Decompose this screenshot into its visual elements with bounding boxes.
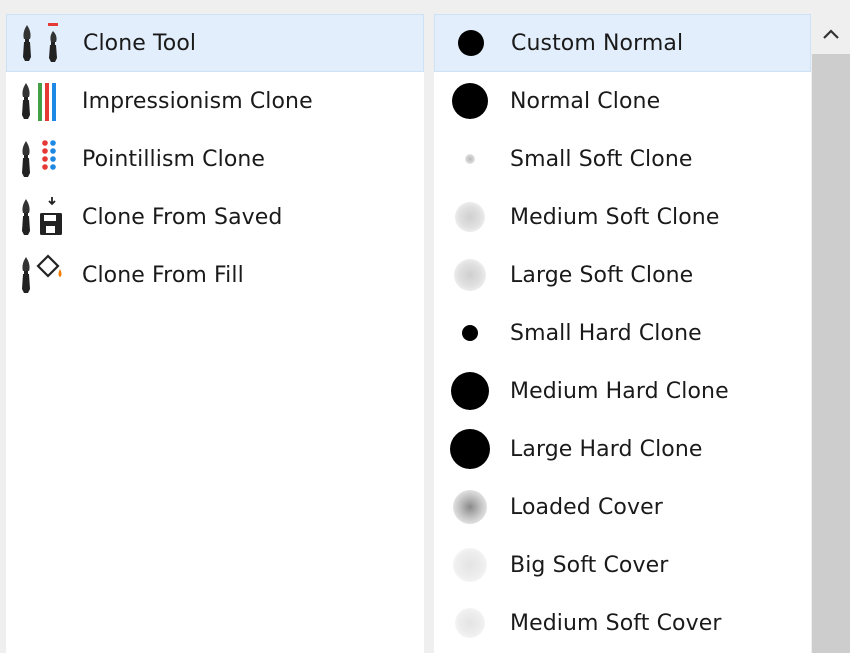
category-label: Clone Tool (83, 30, 197, 56)
chevron-up-icon (823, 29, 839, 39)
category-item-clone-from-fill[interactable]: Clone From Fill (6, 246, 424, 304)
variant-item-small-hard-clone[interactable]: Small Hard Clone (434, 304, 811, 362)
pointillism-clone-icon (16, 137, 72, 181)
category-label: Clone From Saved (82, 204, 283, 230)
brush-dab-icon (440, 72, 500, 130)
brush-variant-list: Custom Normal Normal Clone Small Soft Cl… (434, 14, 811, 653)
scroll-up-button[interactable] (812, 14, 850, 54)
brush-dab-icon (440, 594, 500, 652)
variant-item-medium-soft-cover[interactable]: Medium Soft Cover (434, 594, 811, 652)
brush-dab-icon (440, 420, 500, 478)
variant-item-big-soft-cover[interactable]: Big Soft Cover (434, 536, 811, 594)
variant-item-small-soft-clone[interactable]: Small Soft Clone (434, 130, 811, 188)
impressionism-clone-icon (16, 79, 72, 123)
variant-label: Big Soft Cover (510, 552, 669, 578)
variant-label: Medium Soft Cover (510, 610, 722, 636)
variant-label: Large Hard Clone (510, 436, 703, 462)
clone-from-fill-icon (16, 253, 72, 297)
variant-label: Large Soft Clone (510, 262, 694, 288)
variant-label: Medium Soft Clone (510, 204, 720, 230)
brush-dab-icon (440, 536, 500, 594)
variant-item-large-soft-clone[interactable]: Large Soft Clone (434, 246, 811, 304)
variant-label: Custom Normal (511, 30, 684, 56)
brush-category-list: Clone Tool Impressionism Clone Pointilli… (6, 14, 424, 653)
category-item-pointillism-clone[interactable]: Pointillism Clone (6, 130, 424, 188)
category-label: Impressionism Clone (82, 88, 313, 114)
variant-label: Normal Clone (510, 88, 661, 114)
brush-dab-icon (440, 304, 500, 362)
category-label: Clone From Fill (82, 262, 244, 288)
variant-label: Small Soft Clone (510, 146, 693, 172)
brush-dab-icon (440, 246, 500, 304)
category-item-clone-tool[interactable]: Clone Tool (6, 14, 424, 72)
variant-label: Medium Hard Clone (510, 378, 729, 404)
variant-list-scrollbar[interactable] (812, 14, 850, 653)
brush-dab-icon (441, 14, 501, 72)
clone-tool-icon (17, 21, 73, 65)
variant-item-medium-hard-clone[interactable]: Medium Hard Clone (434, 362, 811, 420)
category-item-clone-from-saved[interactable]: Clone From Saved (6, 188, 424, 246)
variant-label: Loaded Cover (510, 494, 663, 520)
category-item-impressionism-clone[interactable]: Impressionism Clone (6, 72, 424, 130)
variant-item-large-hard-clone[interactable]: Large Hard Clone (434, 420, 811, 478)
brush-dab-icon (440, 188, 500, 246)
brush-dab-icon (440, 362, 500, 420)
category-label: Pointillism Clone (82, 146, 266, 172)
variant-item-medium-soft-clone[interactable]: Medium Soft Clone (434, 188, 811, 246)
variant-item-custom-normal[interactable]: Custom Normal (434, 14, 811, 72)
variant-item-normal-clone[interactable]: Normal Clone (434, 72, 811, 130)
variant-item-loaded-cover[interactable]: Loaded Cover (434, 478, 811, 536)
clone-from-saved-icon (16, 195, 72, 239)
brush-dab-icon (440, 130, 500, 188)
brush-dab-icon (440, 478, 500, 536)
variant-label: Small Hard Clone (510, 320, 702, 346)
